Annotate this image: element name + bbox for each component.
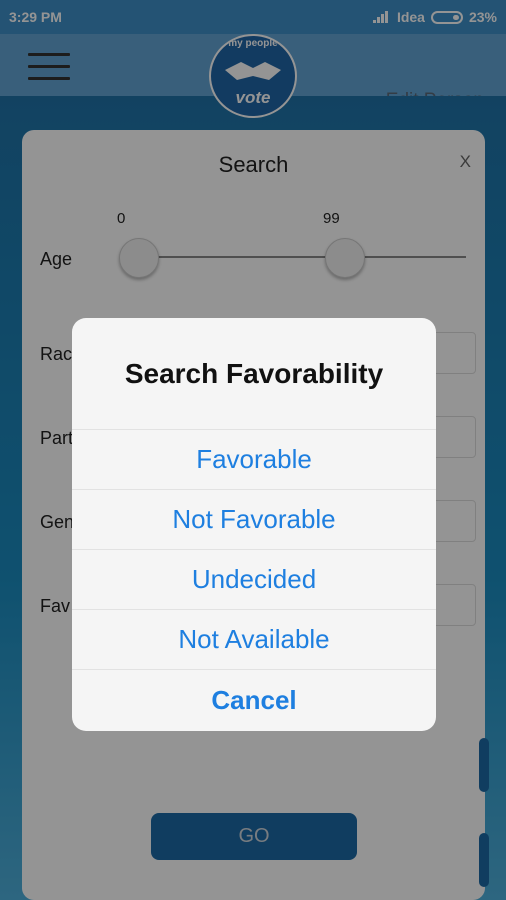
dialog-title: Search Favorability [72,318,436,430]
option-undecided[interactable]: Undecided [72,550,436,610]
option-not-favorable[interactable]: Not Favorable [72,490,436,550]
option-favorable[interactable]: Favorable [72,430,436,490]
option-not-available[interactable]: Not Available [72,610,436,670]
favorability-dialog: Search Favorability Favorable Not Favora… [72,318,436,731]
cancel-button[interactable]: Cancel [72,670,436,730]
